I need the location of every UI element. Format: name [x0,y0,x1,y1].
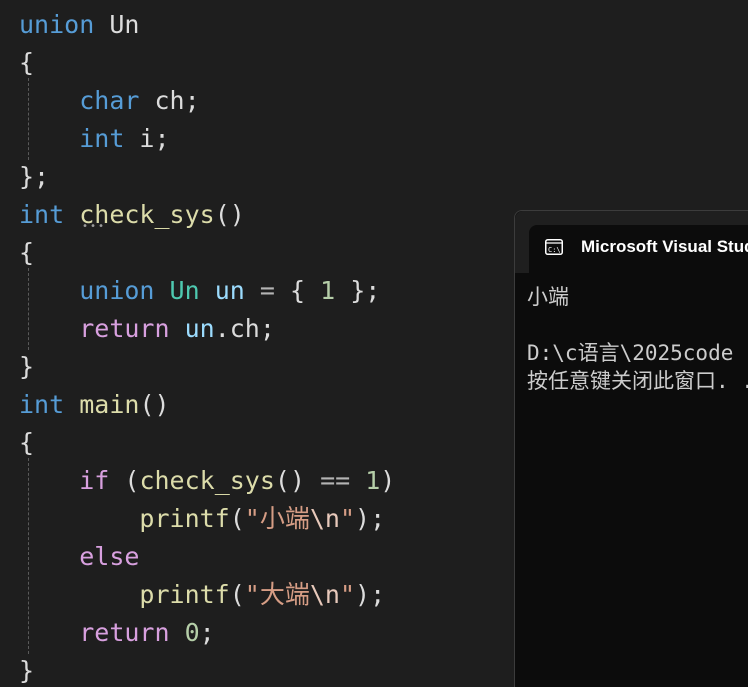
code-token: 1 [365,466,381,495]
code-token: int [79,124,125,153]
code-line[interactable]: } [19,348,34,386]
indent-guide [28,268,29,350]
code-token: " [339,580,356,609]
code-token: { [19,48,35,77]
suggestion-dots: ••• [82,221,107,232]
code-line[interactable]: union Un un = { 1 }; [19,272,380,310]
code-token: int [19,200,65,229]
code-token: ) [380,466,396,495]
code-token: Un [169,276,200,305]
code-token: () [214,200,245,229]
code-line[interactable]: union Un [19,6,139,44]
code-token: ); [355,504,386,533]
code-line[interactable]: return un.ch; [19,310,275,348]
code-token: ; [199,618,215,647]
code-token: == [320,466,351,495]
code-line[interactable]: { [19,44,34,82]
code-token: 1 [320,276,336,305]
code-token: ( [229,504,245,533]
code-line[interactable]: if (check_sys() == 1) [19,462,395,500]
code-line[interactable]: { [19,234,34,272]
code-token: return [79,314,170,343]
code-line[interactable]: else [19,538,139,576]
code-token: }; [335,276,381,305]
debug-console-window[interactable]: C:\ Microsoft Visual Studio Debug Consol… [514,210,748,687]
indent-guide [28,458,29,654]
code-line[interactable]: int main() [19,386,170,424]
code-token: i; [124,124,170,153]
code-token: else [79,542,140,571]
code-token: } [19,656,35,685]
code-line[interactable]: printf("大端\n"); [19,576,385,614]
code-line[interactable]: } [19,652,34,687]
console-title-bar[interactable]: C:\ Microsoft Visual Studio Debug Consol… [515,211,748,273]
code-token: .ch; [214,314,275,343]
code-token: }; [19,162,50,191]
code-token: \n [309,504,340,533]
code-token: char [79,86,140,115]
console-tab[interactable]: C:\ Microsoft Visual Studio Debug Consol… [529,225,748,273]
code-token: "小端 [244,504,310,533]
indent-guide [28,78,29,160]
code-token: { [19,428,35,457]
code-token: 0 [184,618,200,647]
code-token: = [259,276,275,305]
code-token: () [139,390,170,419]
code-token: { [19,238,35,267]
code-token: } [19,352,35,381]
code-line[interactable]: char ch; [19,82,200,120]
code-line[interactable]: { [19,424,34,462]
code-token: "大端 [244,580,310,609]
code-token: return [79,618,170,647]
code-token: () [274,466,321,495]
code-token: printf [139,504,230,533]
code-token: ch; [139,86,200,115]
desktop-view: union Un { char ch; int i;}; int check_sys… [0,0,748,687]
code-line[interactable]: }; [19,158,49,196]
code-token: union [19,10,95,39]
code-token: union [79,276,155,305]
code-token: main [79,390,140,419]
code-token: un [184,314,215,343]
console-output-line: 按任意键关闭此窗口. . . [527,369,748,393]
console-output-line: 小端 [527,285,569,309]
code-token: " [339,504,356,533]
code-line[interactable]: return 0; [19,614,215,652]
svg-text:C:\: C:\ [548,246,561,254]
code-token: { [274,276,321,305]
code-token: check_sys [139,466,275,495]
code-line[interactable]: printf("小端\n"); [19,500,385,538]
console-title: Microsoft Visual Studio Debug Console [581,237,748,256]
code-line[interactable]: int check_sys() [19,196,245,234]
code-token: un [214,276,245,305]
code-token: ( [229,580,245,609]
console-output-line: D:\c语言\2025code [527,341,734,365]
code-token: printf [139,580,230,609]
console-app-icon: C:\ [545,239,563,255]
code-token: ( [109,466,140,495]
code-token: if [79,466,110,495]
code-token: \n [309,580,340,609]
code-token: Un [109,10,140,39]
code-token: ); [355,580,386,609]
code-token: int [19,390,65,419]
code-line[interactable]: int i; [19,120,170,158]
